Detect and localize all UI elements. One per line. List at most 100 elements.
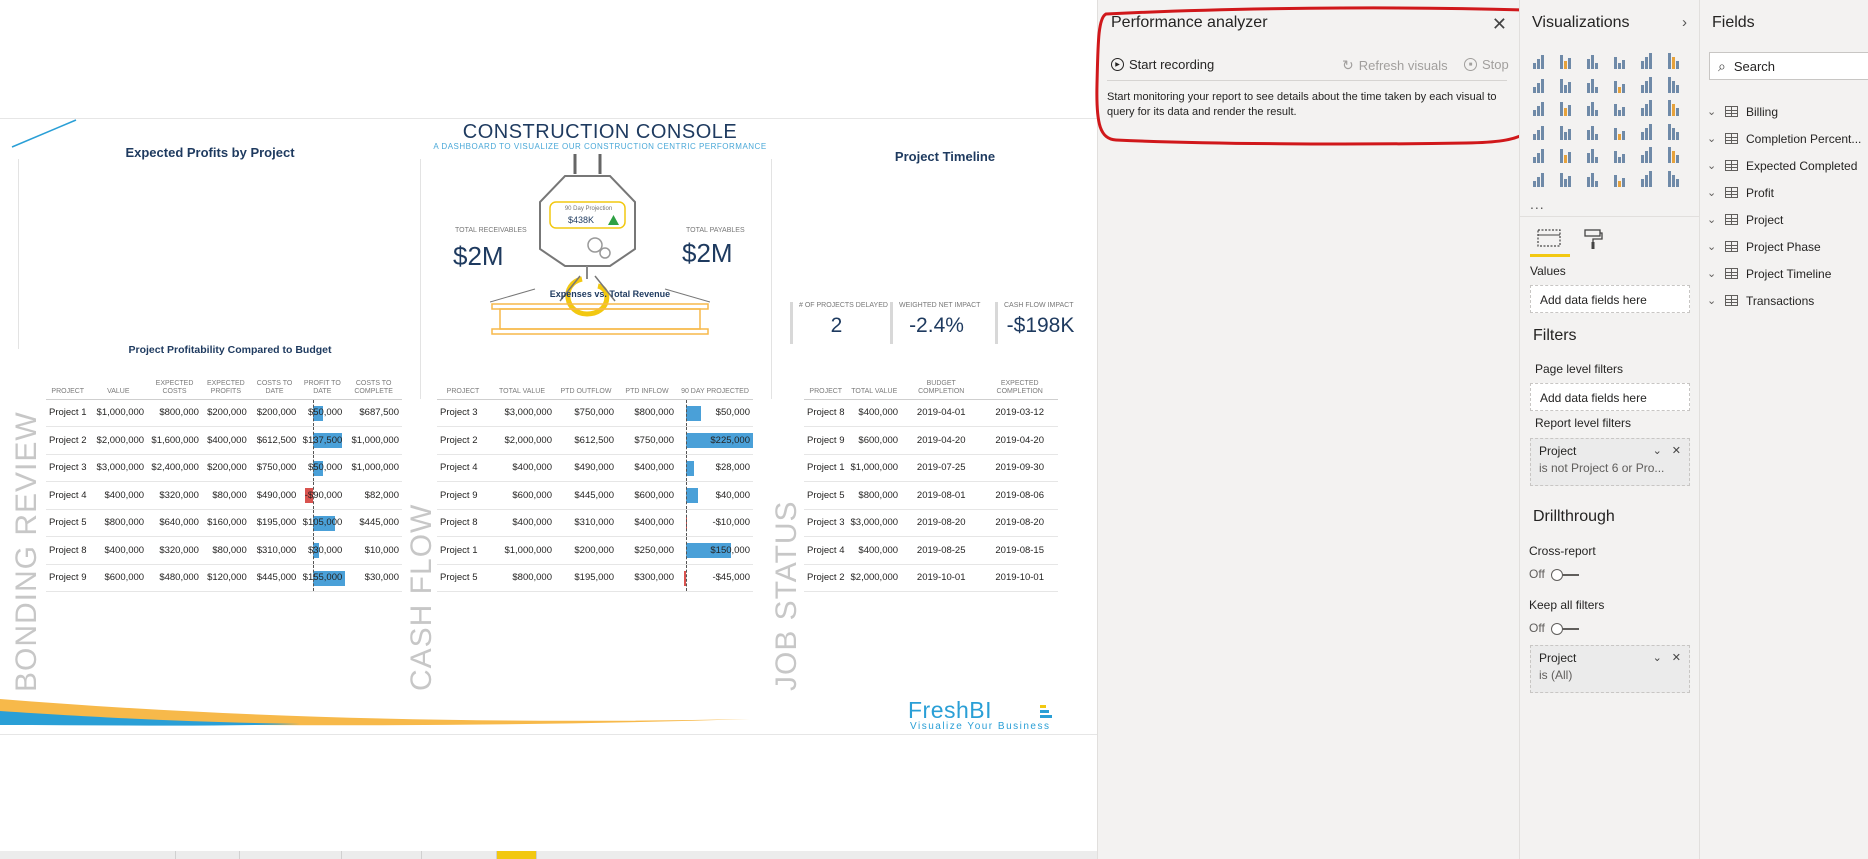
- table-row[interactable]: Project 9 $600,000 $445,000 $600,000 $40,000: [437, 481, 753, 510]
- table-row[interactable]: Project 3 $3,000,000 2019-08-20 2019-08-20: [804, 509, 1058, 537]
- visual-type-icon[interactable]: [1664, 98, 1682, 116]
- field-search-box[interactable]: ⌕ Search: [1709, 52, 1868, 80]
- visual-type-icon[interactable]: [1637, 75, 1655, 93]
- column-header[interactable]: EXPECTED COSTS: [147, 371, 202, 400]
- column-header[interactable]: PTD OUTFLOW: [555, 371, 617, 400]
- visual-type-icon[interactable]: [1610, 145, 1628, 163]
- visual-type-icon[interactable]: [1610, 122, 1628, 140]
- visual-type-icon[interactable]: [1583, 51, 1601, 69]
- visual-type-icon[interactable]: [1529, 145, 1547, 163]
- page-filters-well[interactable]: Add data fields here: [1530, 383, 1690, 411]
- visual-type-icon[interactable]: [1664, 75, 1682, 93]
- column-header[interactable]: PROJECT: [437, 371, 489, 400]
- visual-type-icon[interactable]: [1583, 169, 1601, 187]
- field-table-item[interactable]: ⌄ Project: [1707, 206, 1868, 233]
- chevron-right-icon[interactable]: ›: [1682, 14, 1687, 31]
- chevron-down-icon[interactable]: ⌄: [1707, 213, 1717, 226]
- chevron-down-icon[interactable]: ⌄: [1707, 294, 1717, 307]
- table-row[interactable]: Project 4 $400,000 2019-08-25 2019-08-15: [804, 536, 1058, 565]
- drillthrough-filter-card[interactable]: Project is (All) ⌄ ✕: [1530, 645, 1690, 693]
- report-filter-card[interactable]: Project is not Project 6 or Pro... ⌄ ✕: [1530, 438, 1690, 486]
- bonding-review-table[interactable]: PROJECT VALUE EXPECTED COSTS EXPECTED PR…: [46, 371, 402, 592]
- visual-type-icon[interactable]: [1556, 122, 1574, 140]
- field-table-item[interactable]: ⌄ Billing: [1707, 98, 1868, 125]
- table-row[interactable]: Project 5 $800,000 2019-08-01 2019-08-06: [804, 481, 1058, 510]
- page-tab-active[interactable]: [497, 851, 537, 859]
- visual-type-icon[interactable]: [1583, 98, 1601, 116]
- page-tab[interactable]: [40, 851, 176, 859]
- chevron-down-icon[interactable]: ⌄: [1707, 186, 1717, 199]
- column-header[interactable]: VALUE: [89, 371, 148, 400]
- more-visuals-icon[interactable]: ...: [1530, 196, 1545, 212]
- visual-type-icon[interactable]: [1556, 145, 1574, 163]
- job-status-table[interactable]: PROJECT TOTAL VALUE BUDGET COMPLETION EX…: [804, 371, 1058, 592]
- visual-type-icon[interactable]: [1637, 169, 1655, 187]
- expected-profits-title[interactable]: Expected Profits by Project: [90, 145, 330, 160]
- column-header[interactable]: PROJECT: [804, 371, 848, 400]
- table-row[interactable]: Project 1 $1,000,000 $200,000 $250,000 $150,…: [437, 536, 753, 565]
- table-row[interactable]: Project 8 $400,000 2019-04-01 2019-03-12: [804, 399, 1058, 427]
- column-header[interactable]: BUDGET COMPLETION: [901, 371, 982, 400]
- keep-filters-toggle[interactable]: Off: [1529, 621, 1579, 635]
- visual-type-icon[interactable]: [1664, 122, 1682, 140]
- table-row[interactable]: Project 2 $2,000,000 $612,500 $750,000 $225,…: [437, 426, 753, 455]
- table-row[interactable]: Project 1 $1,000,000 2019-07-25 2019-09-30: [804, 454, 1058, 482]
- table-row[interactable]: Project 2 $2,000,000 2019-10-01 2019-10-01: [804, 564, 1058, 592]
- visual-type-icon[interactable]: [1610, 98, 1628, 116]
- visual-type-icon[interactable]: [1637, 98, 1655, 116]
- table-row[interactable]: Project 1 $1,000,000 $800,000 $200,000 $200,…: [46, 399, 402, 427]
- table-row[interactable]: Project 8 $400,000 $310,000 $400,000 -$10,00…: [437, 509, 753, 537]
- format-paint-roller-icon[interactable]: [1582, 228, 1604, 250]
- visual-type-icon[interactable]: [1556, 51, 1574, 69]
- visual-type-icon[interactable]: [1529, 169, 1547, 187]
- chevron-down-icon[interactable]: ⌄: [1707, 240, 1717, 253]
- field-table-item[interactable]: ⌄ Expected Completed: [1707, 152, 1868, 179]
- table-row[interactable]: Project 2 $2,000,000 $1,600,000 $400,000 $61…: [46, 426, 402, 455]
- column-header[interactable]: TOTAL VALUE: [847, 371, 902, 400]
- table-row[interactable]: Project 5 $800,000 $195,000 $300,000 -$45,00…: [437, 564, 753, 592]
- table-row[interactable]: Project 4 $400,000 $490,000 $400,000 $28,000: [437, 454, 753, 482]
- visual-type-icon[interactable]: [1529, 98, 1547, 116]
- column-header[interactable]: COSTS TO DATE: [249, 371, 300, 400]
- column-header[interactable]: PTD INFLOW: [617, 371, 677, 400]
- page-tab[interactable]: [176, 851, 240, 859]
- table-row[interactable]: Project 3 $3,000,000 $750,000 $800,000 $50,0…: [437, 399, 753, 427]
- field-table-item[interactable]: ⌄ Project Timeline: [1707, 260, 1868, 287]
- table-row[interactable]: Project 9 $600,000 $480,000 $120,000 $445,00…: [46, 564, 402, 592]
- visual-type-icon[interactable]: [1556, 169, 1574, 187]
- project-timeline-title[interactable]: Project Timeline: [880, 149, 1010, 164]
- visual-type-icon[interactable]: [1610, 51, 1628, 69]
- chevron-down-icon[interactable]: ⌄: [1707, 159, 1717, 172]
- visual-type-icon[interactable]: [1529, 75, 1547, 93]
- field-table-item[interactable]: ⌄ Transactions: [1707, 287, 1868, 314]
- table-row[interactable]: Project 5 $800,000 $640,000 $160,000 $195,00…: [46, 509, 402, 537]
- values-well[interactable]: Add data fields here: [1530, 285, 1690, 313]
- field-table-item[interactable]: ⌄ Profit: [1707, 179, 1868, 206]
- column-header[interactable]: PROFIT TO DATE: [299, 371, 346, 400]
- page-tab[interactable]: [342, 851, 422, 859]
- cash-flow-table[interactable]: PROJECT TOTAL VALUE PTD OUTFLOW PTD INFL…: [437, 371, 753, 592]
- column-header[interactable]: EXPECTED COMPLETION: [981, 371, 1058, 400]
- field-table-item[interactable]: ⌄ Project Phase: [1707, 233, 1868, 260]
- column-header[interactable]: PROJECT: [46, 371, 90, 400]
- field-table-item[interactable]: ⌄ Completion Percent...: [1707, 125, 1868, 152]
- visual-type-icon[interactable]: [1637, 145, 1655, 163]
- visual-type-icon[interactable]: [1529, 122, 1547, 140]
- chevron-down-icon[interactable]: ⌄: [1707, 132, 1717, 145]
- table-row[interactable]: Project 3 $3,000,000 $2,400,000 $200,000 $75…: [46, 454, 402, 482]
- visual-type-icon[interactable]: [1664, 145, 1682, 163]
- visual-type-icon[interactable]: [1556, 98, 1574, 116]
- fields-tab-icon[interactable]: [1537, 228, 1561, 248]
- visual-type-icon[interactable]: [1583, 145, 1601, 163]
- close-icon[interactable]: ✕: [1672, 651, 1681, 664]
- visual-type-icon[interactable]: [1583, 122, 1601, 140]
- table-row[interactable]: Project 4 $400,000 $320,000 $80,000 $490,000…: [46, 481, 402, 510]
- visual-type-icon[interactable]: [1664, 51, 1682, 69]
- column-header[interactable]: EXPECTED PROFITS: [201, 371, 250, 400]
- column-header[interactable]: COSTS TO COMPLETE: [345, 371, 402, 400]
- column-header[interactable]: 90 DAY PROJECTED: [677, 371, 753, 400]
- page-tab[interactable]: [240, 851, 342, 859]
- visual-type-icon[interactable]: [1637, 122, 1655, 140]
- table-row[interactable]: Project 8 $400,000 $320,000 $80,000 $310,000…: [46, 536, 402, 565]
- cross-report-toggle[interactable]: Off: [1529, 567, 1579, 581]
